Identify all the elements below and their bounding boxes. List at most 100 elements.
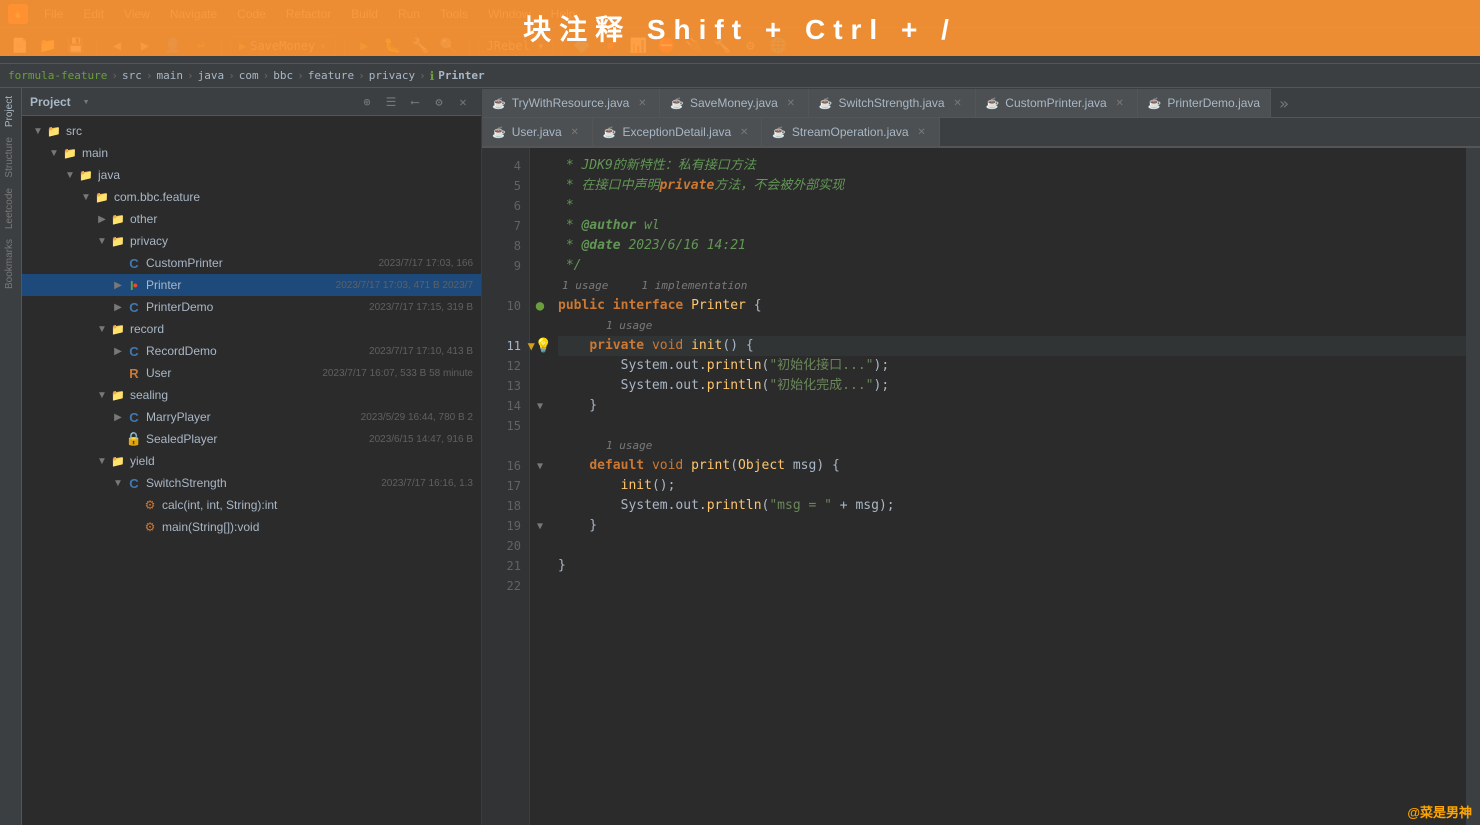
tree-item-yield[interactable]: ▼ 📁 yield xyxy=(22,450,481,472)
panel-sort-btn[interactable]: ⟵ xyxy=(405,92,425,112)
toolbar-back-btn[interactable]: ◀ xyxy=(105,34,129,58)
toolbar-run2-btn[interactable]: 🔧 xyxy=(409,34,433,58)
toolbar-new-btn[interactable]: 📄 xyxy=(8,34,32,58)
vert-tab-leetcode[interactable]: Leetcode xyxy=(2,184,19,233)
code-area[interactable]: * JDK9的新特性：私有接口方法 * 在接口中声明private方法，不会被外… xyxy=(550,148,1466,825)
tab-switchstrength[interactable]: ☕ SwitchStrength.java ✕ xyxy=(809,89,976,117)
tree-arrow-other[interactable]: ▶ xyxy=(94,211,110,227)
menu-window[interactable]: Window xyxy=(480,5,539,23)
toolbar-block-btn[interactable]: ⛔ xyxy=(654,34,678,58)
menu-refactor[interactable]: Refactor xyxy=(278,5,339,23)
breadcrumb-bbc[interactable]: bbc xyxy=(273,69,293,82)
vert-tab-bookmarks[interactable]: Bookmarks xyxy=(2,235,19,293)
panel-collapse-btn[interactable]: ☰ xyxy=(381,92,401,112)
tab-close-switchstrength[interactable]: ✕ xyxy=(951,96,965,110)
tree-arrow-switchstrength[interactable]: ▼ xyxy=(110,475,126,491)
tree-arrow-com[interactable]: ▼ xyxy=(78,189,94,205)
tree-arrow-src[interactable]: ▼ xyxy=(30,123,46,139)
tree-item-calc[interactable]: ⚙ calc(int, int, String):int xyxy=(22,494,481,516)
tree-arrow-printerdemo[interactable]: ▶ xyxy=(110,299,126,315)
panel-dropdown-arrow[interactable]: ▾ xyxy=(83,95,90,108)
panel-close-btn[interactable]: ✕ xyxy=(453,92,473,112)
menu-build[interactable]: Build xyxy=(343,5,386,23)
tree-item-recorddemo[interactable]: ▶ C RecordDemo 2023/7/17 17:10, 413 B xyxy=(22,340,481,362)
tree-arrow-sealing[interactable]: ▼ xyxy=(94,387,110,403)
tree-item-sealedplayer[interactable]: 🔒 SealedPlayer 2023/6/15 14:47, 916 B xyxy=(22,428,481,450)
tree-item-customprinter[interactable]: C CustomPrinter 2023/7/17 17:03, 166 xyxy=(22,252,481,274)
menu-navigate[interactable]: Navigate xyxy=(162,5,225,23)
tree-item-src[interactable]: ▼ 📁 src xyxy=(22,120,481,142)
menu-view[interactable]: View xyxy=(116,5,158,23)
tab-savemoney[interactable]: ☕ SaveMoney.java ✕ xyxy=(660,89,809,117)
breadcrumb-feature[interactable]: feature xyxy=(308,69,354,82)
tree-item-marryplayer[interactable]: ▶ C MarryPlayer 2023/5/29 16:44, 780 B 2 xyxy=(22,406,481,428)
tree-item-sealing[interactable]: ▼ 📁 sealing xyxy=(22,384,481,406)
tab-exceptiondetail[interactable]: ☕ ExceptionDetail.java ✕ xyxy=(593,118,762,146)
breadcrumb-src[interactable]: src xyxy=(122,69,142,82)
tree-item-printerdemo[interactable]: ▶ C PrinterDemo 2023/7/17 17:15, 319 B xyxy=(22,296,481,318)
tree-arrow-recorddemo[interactable]: ▶ xyxy=(110,343,126,359)
toolbar-save-btn[interactable]: 💾 xyxy=(64,34,88,58)
tree-item-privacy[interactable]: ▼ 📁 privacy xyxy=(22,230,481,252)
tab-close-exceptiondetail[interactable]: ✕ xyxy=(737,125,751,139)
panel-locate-btn[interactable]: ⊕ xyxy=(357,92,377,112)
tab-close-savemoney[interactable]: ✕ xyxy=(784,96,798,110)
toolbar-run-btn[interactable]: ▶ xyxy=(353,34,377,58)
breadcrumb-root[interactable]: formula-feature xyxy=(8,69,107,82)
tree-item-main[interactable]: ▼ 📁 main xyxy=(22,142,481,164)
toolbar-profile-btn[interactable]: 🔷 xyxy=(570,34,594,58)
toolbar-plugin3-btn[interactable]: ⚙ xyxy=(738,34,762,58)
tree-arrow-privacy[interactable]: ▼ xyxy=(94,233,110,249)
tree-item-other[interactable]: ▶ 📁 other xyxy=(22,208,481,230)
menu-file[interactable]: File xyxy=(36,5,71,23)
menu-run[interactable]: Run xyxy=(390,5,428,23)
toolbar-config-dropdown[interactable]: ▶ SaveMoney ▾ xyxy=(230,36,336,56)
tree-item-java[interactable]: ▼ 📁 java xyxy=(22,164,481,186)
toolbar-user-btn[interactable]: 👤 xyxy=(161,34,185,58)
menu-tools[interactable]: Tools xyxy=(432,5,476,23)
menu-help[interactable]: Help xyxy=(543,5,584,23)
toolbar-forward-btn[interactable]: ▶ xyxy=(133,34,157,58)
vert-tab-project[interactable]: Project xyxy=(2,92,19,131)
gutter-10[interactable]: ● xyxy=(530,296,550,316)
tab-close-customprinter[interactable]: ✕ xyxy=(1113,96,1127,110)
toolbar-translate-btn[interactable]: 🌐 xyxy=(766,34,790,58)
breadcrumb-privacy[interactable]: privacy xyxy=(369,69,415,82)
tab-customprinter[interactable]: ☕ CustomPrinter.java ✕ xyxy=(976,89,1138,117)
tree-item-user[interactable]: R User 2023/7/17 16:07, 533 B 58 minute xyxy=(22,362,481,384)
tree-item-printer[interactable]: ▶ I ● Printer 2023/7/17 17:03, 471 B 202… xyxy=(22,274,481,296)
tree-arrow-java[interactable]: ▼ xyxy=(62,167,78,183)
tree-arrow-printer[interactable]: ▶ xyxy=(110,277,126,293)
tab-close-user[interactable]: ✕ xyxy=(568,125,582,139)
breadcrumb-java[interactable]: java xyxy=(198,69,225,82)
toolbar-open-btn[interactable]: 📁 xyxy=(36,34,60,58)
tree-item-main-method[interactable]: ⚙ main(String[]):void xyxy=(22,516,481,538)
toolbar-plugin1-btn[interactable]: 🔌 xyxy=(682,34,706,58)
toolbar-jrebel-dropdown[interactable]: JRebel ▾ xyxy=(478,36,554,56)
tab-user[interactable]: ☕ User.java ✕ xyxy=(482,118,593,146)
toolbar-plugin2-btn[interactable]: 🔧 xyxy=(710,34,734,58)
toolbar-undo-btn[interactable]: ↩ xyxy=(189,34,213,58)
tree-arrow-marryplayer[interactable]: ▶ xyxy=(110,409,126,425)
tab-trywithresource[interactable]: ☕ TryWithResource.java ✕ xyxy=(482,89,660,117)
vert-tab-structure[interactable]: Structure xyxy=(2,133,19,182)
tree-item-record[interactable]: ▼ 📁 record xyxy=(22,318,481,340)
tree-arrow-record[interactable]: ▼ xyxy=(94,321,110,337)
tab-overflow[interactable]: » xyxy=(1271,89,1297,117)
tree-arrow-yield[interactable]: ▼ xyxy=(94,453,110,469)
toolbar-stop-btn[interactable]: ⏹ xyxy=(598,34,622,58)
menu-code[interactable]: Code xyxy=(229,5,274,23)
tree-item-com-bbc-feature[interactable]: ▼ 📁 com.bbc.feature xyxy=(22,186,481,208)
tab-streamoperation[interactable]: ☕ StreamOperation.java ✕ xyxy=(762,118,939,146)
tab-printerdemo[interactable]: ☕ PrinterDemo.java xyxy=(1138,89,1271,117)
menu-edit[interactable]: Edit xyxy=(75,5,112,23)
toolbar-monitor-btn[interactable]: 📊 xyxy=(626,34,650,58)
breadcrumb-main[interactable]: main xyxy=(156,69,183,82)
tab-close-streamoperation[interactable]: ✕ xyxy=(915,125,929,139)
breadcrumb-com[interactable]: com xyxy=(239,69,259,82)
tab-close-trywithresource[interactable]: ✕ xyxy=(635,96,649,110)
toolbar-debug-btn[interactable]: 🐛 xyxy=(381,34,405,58)
panel-settings-btn[interactable]: ⚙ xyxy=(429,92,449,112)
tree-arrow-main[interactable]: ▼ xyxy=(46,145,62,161)
toolbar-search-btn[interactable]: 🔍 xyxy=(437,34,461,58)
